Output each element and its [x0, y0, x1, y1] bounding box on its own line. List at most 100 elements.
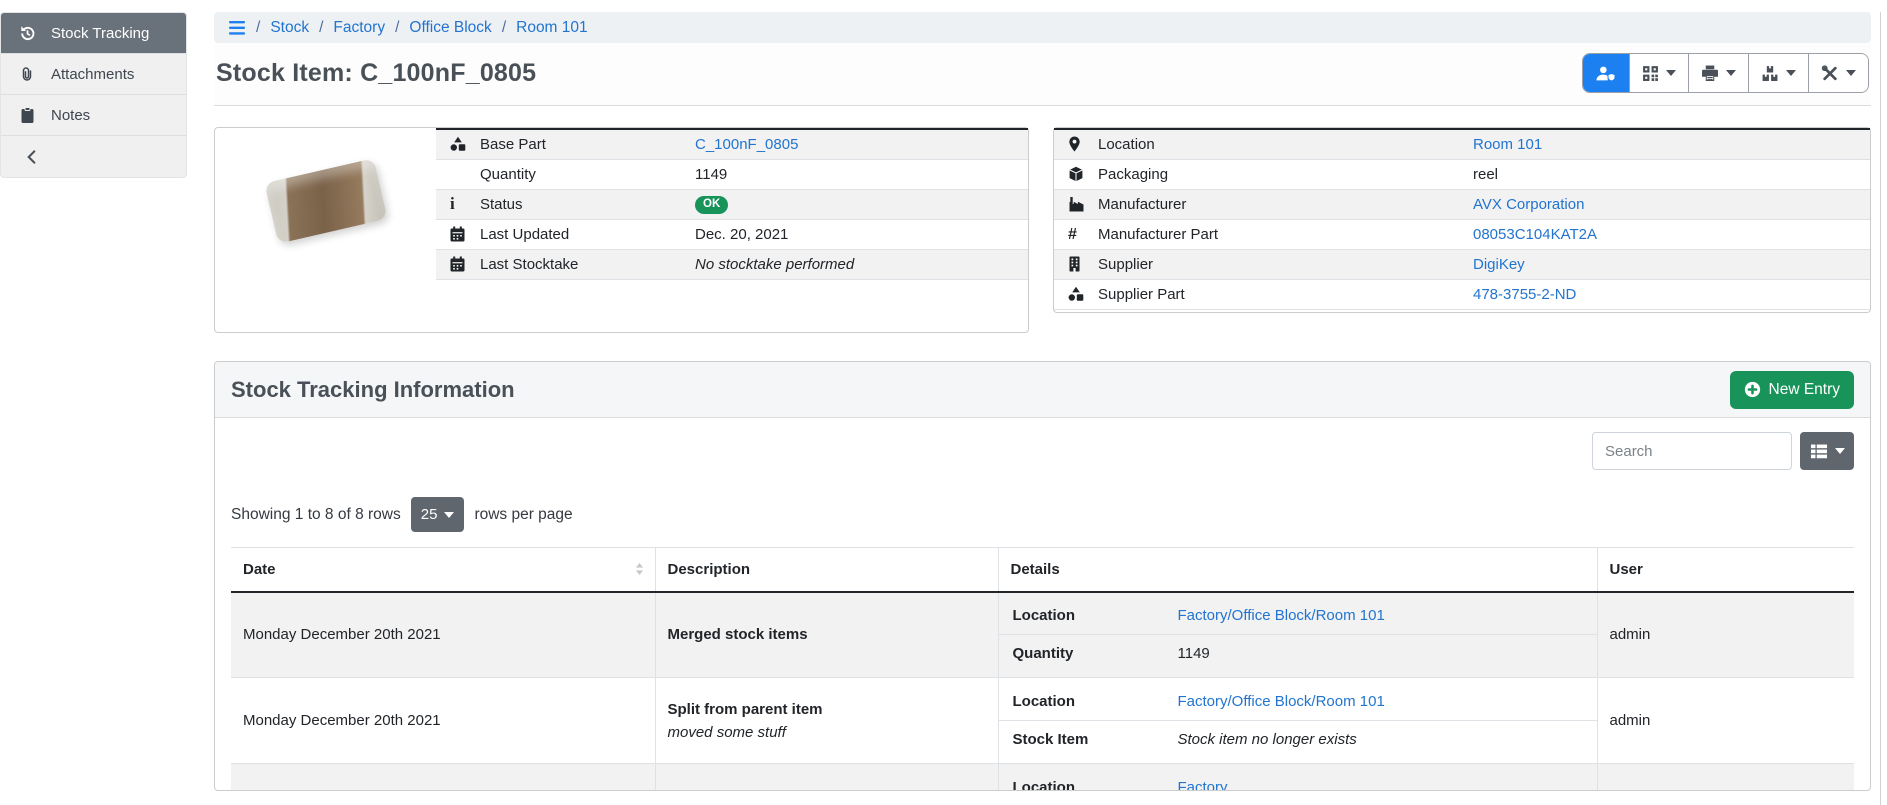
breadcrumb-link-factory[interactable]: Factory: [333, 19, 385, 37]
breadcrumb-items: /Stock/Factory/Office Block/Room 101: [256, 19, 588, 37]
detail-value: 1149: [695, 166, 727, 183]
caret-down-icon: [1835, 448, 1845, 454]
boxes-icon: [1761, 65, 1779, 82]
column-header-description: Description: [655, 548, 998, 592]
detail-value[interactable]: 478-3755-2-ND: [1473, 286, 1576, 303]
tracking-date: Monday December 20th 2021: [231, 592, 655, 678]
column-header-label: Details: [1011, 561, 1060, 578]
sidebar-item-label: Attachments: [51, 66, 134, 83]
chevron-left-icon: [21, 150, 41, 164]
tracking-description: Split from parent itemmoved some stuff: [655, 678, 998, 764]
columns-icon: [1810, 444, 1828, 459]
print-actions-button[interactable]: [1688, 54, 1748, 92]
breadcrumb-link-stock[interactable]: Stock: [270, 19, 309, 37]
sidebar-item-stock-tracking[interactable]: Stock Tracking: [1, 13, 186, 54]
shapes-icon: [1068, 286, 1098, 302]
breadcrumb-link-room-101[interactable]: Room 101: [516, 19, 588, 37]
history-icon: [17, 25, 37, 42]
stock-tracking-title: Stock Tracking Information: [231, 377, 515, 403]
detail-value[interactable]: DigiKey: [1473, 256, 1525, 273]
detail-value: reel: [1473, 166, 1498, 183]
user-shield-button[interactable]: [1583, 54, 1629, 92]
page-size-button[interactable]: 25: [411, 497, 465, 532]
tracking-description-title: Split from parent item: [668, 701, 986, 718]
part-thumbnail[interactable]: [264, 158, 387, 244]
menu-icon[interactable]: [228, 21, 246, 35]
table-controls: [231, 432, 1854, 470]
breadcrumb-separator: /: [395, 19, 399, 37]
barcode-actions-button[interactable]: [1629, 54, 1688, 92]
tracking-table: Date Description Details User Monday Decemb…: [231, 547, 1854, 791]
new-entry-button[interactable]: New Entry: [1730, 371, 1855, 409]
user-shield-icon: [1595, 65, 1617, 82]
detail-value[interactable]: Factory: [1178, 779, 1228, 791]
tracking-row: Monday December 20th 2021 Merged stock it…: [231, 592, 1854, 678]
thumbnail-column: [215, 128, 436, 332]
search-input[interactable]: [1592, 432, 1792, 470]
detail-value: 1149: [1178, 645, 1210, 662]
building-icon: [1068, 256, 1098, 272]
paperclip-icon: [17, 66, 37, 82]
column-header-label: User: [1610, 561, 1643, 578]
detail-label: Packaging: [1098, 159, 1473, 189]
detail-value[interactable]: C_100nF_0805: [695, 136, 798, 153]
detail-value: No stocktake performed: [695, 256, 854, 273]
sidebar: Stock Tracking Attachments Notes: [0, 12, 187, 805]
tracking-user: admin: [1597, 678, 1854, 764]
detail-value[interactable]: AVX Corporation: [1473, 196, 1584, 213]
detail-value[interactable]: Factory/Office Block/Room 101: [1178, 693, 1385, 710]
column-header-label: Description: [668, 561, 751, 578]
caret-down-icon: [444, 512, 454, 518]
detail-row-last-stocktake: Last StocktakeNo stocktake performed: [436, 249, 1028, 279]
caret-down-icon: [1846, 70, 1856, 76]
detail-row-manufacturer: ManufacturerAVX Corporation: [1054, 189, 1870, 219]
tracking-row: Monday December 20th 2021Split from pare…: [231, 764, 1854, 792]
tracking-description: Split from parent item: [655, 764, 998, 792]
sidebar-item-notes[interactable]: Notes: [1, 95, 186, 136]
detail-row-last-updated: Last UpdatedDec. 20, 2021: [436, 219, 1028, 249]
detail-row-packaging: Packagingreel: [1054, 159, 1870, 189]
detail-value[interactable]: 08053C104KAT2A: [1473, 226, 1597, 243]
tracking-detail-row: LocationFactory/Office Block/Room 101: [999, 598, 1597, 635]
detail-value[interactable]: Room 101: [1473, 136, 1542, 153]
plus-circle-icon: [1744, 381, 1761, 398]
tracking-detail-row: Quantity1149: [999, 635, 1597, 672]
toolbar: [1582, 53, 1869, 93]
tracking-detail-row: LocationFactory/Office Block/Room 101: [999, 684, 1597, 721]
tracking-row: Monday December 20th 2021Split from pare…: [231, 678, 1854, 764]
detail-row-location: LocationRoom 101: [1054, 129, 1870, 159]
tracking-detail-label: Stock Item: [1013, 731, 1178, 748]
detail-label: Status: [480, 189, 695, 219]
detail-row-supplier-part: Supplier Part478-3755-2-ND: [1054, 279, 1870, 309]
supplier-details-table: LocationRoom 101PackagingreelManufacture…: [1054, 128, 1870, 310]
info-icon: i: [450, 196, 455, 213]
new-entry-label: New Entry: [1769, 381, 1841, 399]
empty-icon-cell: [436, 159, 480, 189]
columns-button[interactable]: [1800, 432, 1854, 470]
detail-label: Base Part: [480, 129, 695, 159]
stock-tracking-header: Stock Tracking Information New Entry: [215, 362, 1870, 418]
detail-value[interactable]: Factory/Office Block/Room 101: [1178, 607, 1385, 624]
tracking-details: LocationFactory/Office Block/Room 101 Sto…: [998, 678, 1597, 764]
item-details-table: Base PartC_100nF_0805Quantity1149iStatus…: [436, 128, 1028, 280]
calendar-icon: [450, 226, 480, 242]
tracking-details: LocationFactory/Office Block/Room 101Qua…: [998, 592, 1597, 678]
column-header-date[interactable]: Date: [231, 548, 655, 592]
pagination-row: Showing 1 to 8 of 8 rows 25 rows per pag…: [231, 497, 1854, 532]
breadcrumb-separator: /: [319, 19, 323, 37]
edit-actions-button[interactable]: [1808, 54, 1868, 92]
breadcrumb-separator: /: [256, 19, 260, 37]
detail-value: Stock item no longer exists: [1178, 731, 1357, 748]
stock-actions-button[interactable]: [1748, 54, 1808, 92]
hash-icon: #: [1068, 226, 1077, 243]
sidebar-list: Stock Tracking Attachments Notes: [0, 12, 187, 178]
tracking-description-title: Merged stock items: [668, 626, 986, 643]
sidebar-collapse-button[interactable]: [1, 136, 186, 177]
title-row: Stock Item: C_100nF_0805: [214, 43, 1871, 106]
stock-tracking-panel: Stock Tracking Information New Entry Sho…: [214, 361, 1871, 791]
sidebar-item-attachments[interactable]: Attachments: [1, 54, 186, 95]
breadcrumb-link-office-block[interactable]: Office Block: [409, 19, 491, 37]
shapes-icon: [450, 136, 480, 152]
column-header-label: Date: [243, 561, 276, 578]
detail-label: Manufacturer: [1098, 189, 1473, 219]
